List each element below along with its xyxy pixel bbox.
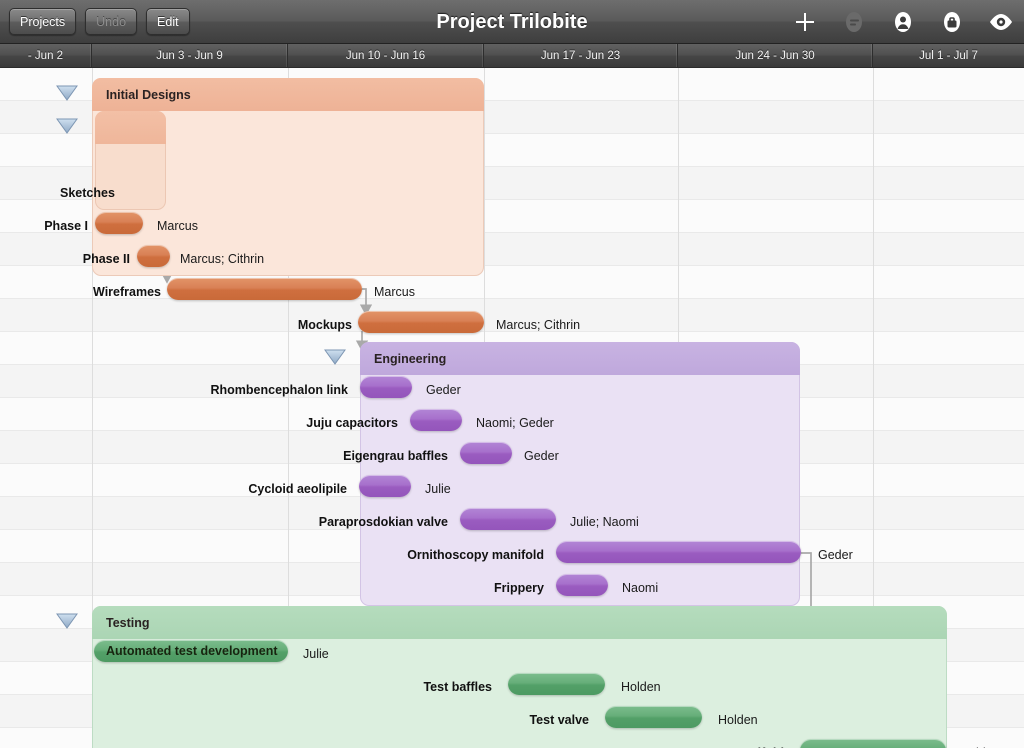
owner-label-test-manifold: Holden bbox=[960, 742, 1000, 748]
owner-label-test-baffles: Holden bbox=[621, 680, 661, 694]
gantt-chart[interactable]: Initial Designs Sketches Phase I Phase I… bbox=[0, 68, 1024, 748]
task-label-rhombencephalon-link: Rhombencephalon link bbox=[210, 383, 348, 397]
disclosure-triangle-phase-i[interactable] bbox=[56, 118, 78, 134]
group-title: Engineering bbox=[374, 351, 447, 366]
owner-label-phase-ii: Marcus; Cithrin bbox=[180, 252, 265, 266]
timeline-header: - Jun 2 Jun 3 - Jun 9 Jun 10 - Jun 16 Jun 1… bbox=[0, 44, 1024, 68]
task-bar-phase-ii[interactable] bbox=[137, 245, 170, 267]
owner-label-frippery: Naomi bbox=[622, 581, 659, 595]
task-label-phase-i: Phase I bbox=[44, 219, 88, 233]
owner-label-automated-test-development: Julie bbox=[303, 647, 329, 661]
group-header-testing[interactable]: Testing bbox=[92, 606, 947, 639]
task-bar-automated-test-development[interactable]: Automated test development bbox=[94, 640, 288, 662]
timeline-column-2: Jun 10 - Jun 16 bbox=[288, 44, 484, 67]
timeline-column-3: Jun 17 - Jun 23 bbox=[484, 44, 678, 67]
task-bar-rhombencephalon-link[interactable] bbox=[360, 376, 412, 398]
task-label-test-baffles: Test baffles bbox=[423, 680, 492, 694]
task-bar-juju-capacitors[interactable] bbox=[410, 409, 462, 431]
disclosure-triangle-engineering[interactable] bbox=[324, 349, 346, 365]
owner-label-eigengrau-baffles: Geder bbox=[524, 449, 559, 463]
undo-button[interactable]: Undo bbox=[85, 8, 138, 35]
group-header-engineering[interactable]: Engineering bbox=[360, 342, 800, 375]
add-icon[interactable] bbox=[792, 9, 818, 35]
group-header-initial-designs[interactable]: Initial Designs bbox=[92, 78, 484, 111]
disclosure-triangle-testing[interactable] bbox=[56, 613, 78, 629]
owner-label-ornithoscopy-manifold: Geder bbox=[818, 548, 853, 562]
briefcase-icon[interactable] bbox=[939, 9, 965, 35]
contacts-icon[interactable] bbox=[890, 9, 916, 35]
owner-label-test-valve: Holden bbox=[718, 713, 758, 727]
task-bar-eigengrau-baffles[interactable] bbox=[460, 442, 512, 464]
toolbar-icon-group bbox=[792, 0, 1014, 44]
owner-label-wireframes: Marcus bbox=[374, 285, 415, 299]
timeline-column-1: Jun 3 - Jun 9 bbox=[92, 44, 288, 67]
task-bar-frippery[interactable] bbox=[556, 574, 608, 596]
timeline-column-0: - Jun 2 bbox=[0, 44, 92, 67]
task-bar-ornithoscopy-manifold[interactable] bbox=[556, 541, 801, 563]
task-bar-phase-i[interactable] bbox=[95, 212, 143, 234]
task-bar-cycloid-aeolipile[interactable] bbox=[359, 475, 411, 497]
task-bar-paraprosdokian-valve[interactable] bbox=[460, 508, 556, 530]
task-bar-test-valve[interactable] bbox=[605, 706, 702, 728]
timeline-column-5: Jul 1 - Jul 7 bbox=[919, 49, 978, 62]
task-label-mockups: Mockups bbox=[297, 318, 352, 332]
task-label-paraprosdokian-valve: Paraprosdokian valve bbox=[318, 515, 448, 529]
group-title: Testing bbox=[106, 615, 150, 630]
edit-button[interactable]: Edit bbox=[146, 8, 190, 35]
owner-label-cycloid-aeolipile: Julie bbox=[425, 482, 451, 496]
toolbar: Projects Undo Edit Project Trilobite bbox=[0, 0, 1024, 44]
task-label-ornithoscopy-manifold: Ornithoscopy manifold bbox=[407, 548, 544, 562]
owner-label-juju-capacitors: Naomi; Geder bbox=[476, 416, 554, 430]
task-label-test-valve: Test valve bbox=[529, 713, 589, 727]
task-bar-test-manifold[interactable] bbox=[800, 739, 946, 748]
task-bar-test-baffles[interactable] bbox=[508, 673, 605, 695]
view-icon[interactable] bbox=[988, 9, 1014, 35]
projects-button[interactable]: Projects bbox=[9, 8, 77, 35]
task-label-cycloid-aeolipile: Cycloid aeolipile bbox=[248, 482, 347, 496]
task-label-automated-test-development: Automated test development bbox=[106, 644, 278, 658]
task-label-frippery: Frippery bbox=[493, 581, 544, 595]
owner-label-paraprosdokian-valve: Julie; Naomi bbox=[570, 515, 639, 529]
task-bar-wireframes[interactable] bbox=[167, 278, 362, 300]
timeline-column-4: Jun 24 - Jun 30 bbox=[678, 44, 873, 67]
task-label-eigengrau-baffles: Eigengrau baffles bbox=[343, 449, 448, 463]
task-label-juju-capacitors: Juju capacitors bbox=[306, 416, 398, 430]
task-bar-mockups[interactable] bbox=[358, 311, 484, 333]
task-label-test-manifold: Test manifold bbox=[590, 742, 784, 748]
owner-label-sketches: Marcus bbox=[157, 219, 198, 233]
task-label-wireframes: Wireframes bbox=[93, 285, 161, 299]
task-label-phase-ii: Phase II bbox=[82, 252, 130, 266]
list-icon[interactable] bbox=[841, 9, 867, 35]
owner-label-mockups: Marcus; Cithrin bbox=[496, 318, 581, 332]
subgroup-header-phase-i[interactable] bbox=[95, 111, 166, 144]
disclosure-triangle-initial-designs[interactable] bbox=[56, 85, 78, 101]
group-title: Initial Designs bbox=[106, 87, 191, 102]
task-label-sketches: Sketches bbox=[60, 186, 115, 200]
owner-label-rhombencephalon-link: Geder bbox=[426, 383, 461, 397]
